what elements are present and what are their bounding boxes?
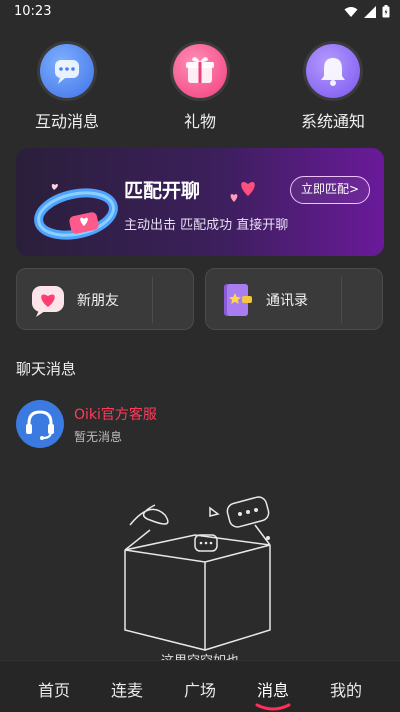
ring-illustration bbox=[34, 183, 118, 240]
quick-action-interactions[interactable]: 互动消息 bbox=[12, 44, 122, 132]
quick-action-system-notice[interactable]: 系统通知 bbox=[278, 44, 388, 132]
hearts-decoration-icon bbox=[230, 182, 255, 202]
tab-square[interactable]: 广场 bbox=[170, 677, 230, 701]
match-banner[interactable]: 匹配开聊 主动出击 匹配成功 直接开聊 立即匹配> bbox=[16, 148, 384, 256]
new-friends-card[interactable]: 新朋友 bbox=[16, 268, 194, 330]
tab-voice-link[interactable]: 连麦 bbox=[97, 677, 157, 701]
active-tab-indicator bbox=[255, 703, 291, 711]
chat-section-title: 聊天消息 bbox=[16, 360, 77, 378]
card-label: 通讯录 bbox=[266, 293, 308, 309]
bottom-tab-bar: 首页 连麦 广场 消息 我的 bbox=[0, 660, 400, 712]
banner-title: 匹配开聊 bbox=[124, 180, 201, 202]
quick-action-gifts[interactable]: 礼物 bbox=[145, 44, 255, 132]
empty-box-illustration bbox=[124, 496, 271, 651]
chat-name: Oiki官方客服 bbox=[74, 407, 157, 423]
contacts-card[interactable]: 通讯录 bbox=[205, 268, 383, 330]
tab-messages[interactable]: 消息 bbox=[243, 677, 303, 711]
status-time: 10:23 bbox=[14, 4, 52, 19]
address-book-icon bbox=[224, 284, 252, 316]
status-icons bbox=[344, 5, 390, 18]
bell-icon bbox=[306, 44, 360, 98]
avatar bbox=[16, 400, 64, 448]
tab-label: 消息 bbox=[256, 681, 289, 700]
tab-home[interactable]: 首页 bbox=[24, 677, 84, 701]
quick-action-label: 系统通知 bbox=[300, 112, 365, 131]
gift-icon bbox=[173, 44, 227, 98]
status-bar: 10:23 bbox=[0, 0, 400, 24]
card-divider bbox=[341, 277, 342, 323]
wifi-icon bbox=[344, 6, 358, 17]
match-now-button[interactable]: 立即匹配> bbox=[289, 176, 370, 204]
quick-action-label: 互动消息 bbox=[34, 112, 99, 131]
chat-preview: 暂无消息 bbox=[74, 430, 123, 444]
card-divider bbox=[152, 277, 153, 323]
card-label: 新朋友 bbox=[77, 293, 119, 309]
heart-chat-icon bbox=[32, 286, 64, 317]
banner-subtitle: 主动出击 匹配成功 直接开聊 bbox=[124, 218, 289, 233]
headset-icon bbox=[26, 410, 54, 440]
chat-row[interactable]: Oiki官方客服 暂无消息 bbox=[0, 396, 400, 456]
tab-me[interactable]: 我的 bbox=[316, 677, 376, 701]
quick-actions: 互动消息 礼物 系统通知 bbox=[0, 44, 400, 136]
signal-icon bbox=[364, 5, 376, 18]
battery-icon bbox=[382, 5, 390, 18]
quick-action-label: 礼物 bbox=[183, 112, 216, 131]
chat-bubble-icon bbox=[40, 44, 94, 98]
